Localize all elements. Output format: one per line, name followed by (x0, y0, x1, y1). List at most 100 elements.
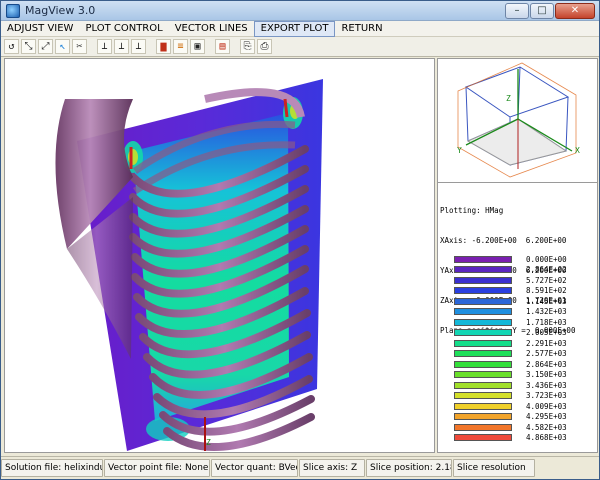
menu-bar: ADJUST VIEW PLOT CONTROL VECTOR LINES EX… (1, 20, 599, 37)
axis-x-icon[interactable]: ⊥ (97, 39, 112, 54)
maximize-button[interactable]: □ (530, 3, 554, 19)
orientation-cube-drawing: Z Y X (457, 62, 580, 178)
axis-y-icon[interactable]: ⊥ (114, 39, 129, 54)
menu-export-plot[interactable]: EXPORT PLOT (253, 20, 336, 37)
helix-field-plot: Z (55, 79, 323, 451)
zoom-in-icon[interactable]: ⤡ (21, 39, 36, 54)
copy-icon[interactable]: ⎘ (240, 39, 255, 54)
status-solution-file: Solution file: helixinduct (1, 459, 103, 477)
legend-row: 1.432E+03 (454, 307, 567, 318)
legend-swatch (454, 339, 512, 347)
legend-row: 5.727E+02 (454, 275, 567, 286)
close-button[interactable]: ✕ (555, 3, 595, 19)
info-plotting: Plotting: HMag (440, 206, 504, 215)
legend-swatch (454, 287, 512, 295)
cut-icon[interactable]: ✂ (72, 39, 87, 54)
legend-row: 4.868E+03 (454, 433, 567, 444)
minimize-button[interactable]: – (505, 3, 529, 19)
axis-x-label: X (575, 146, 580, 155)
status-bar: Solution file: helixinduct Vector point … (1, 456, 599, 479)
legend-value: 2.864E+02 (526, 265, 567, 275)
legend-value: 4.868E+03 (526, 433, 567, 443)
legend-row: 4.009E+03 (454, 401, 567, 412)
window-title: MagView 3.0 (25, 4, 96, 17)
legend-value: 8.591E+02 (526, 286, 567, 296)
legend-row: 1.718E+03 (454, 317, 567, 328)
legend-swatch (454, 297, 512, 305)
axis-y-label: Y (457, 146, 462, 155)
legend-row: 4.582E+03 (454, 422, 567, 433)
legend-value: 2.577E+03 (526, 349, 567, 359)
color-bands-icon[interactable]: ≡ (173, 39, 188, 54)
axis-z-label: Z (506, 94, 511, 103)
legend-swatch (454, 276, 512, 284)
legend-value: 4.009E+03 (526, 401, 567, 411)
side-panel: Z Y X Plotting: HMag XAxis: -6.200E+00 6… (437, 58, 598, 453)
legend-swatch (454, 318, 512, 326)
legend-swatch (454, 381, 512, 389)
menu-return[interactable]: RETURN (335, 22, 388, 36)
legend-row: 3.723E+03 (454, 391, 567, 402)
app-icon[interactable] (6, 4, 20, 18)
legend-swatch (454, 423, 512, 431)
orientation-cube[interactable]: Z Y X (438, 59, 597, 183)
status-slice-axis: Slice axis: Z (299, 459, 365, 477)
legend-value: 2.864E+03 (526, 359, 567, 369)
legend-row: 8.591E+02 (454, 286, 567, 297)
legend-value: 3.436E+03 (526, 380, 567, 390)
status-slice-position: Slice position: 2.18 (366, 459, 452, 477)
legend-swatch (454, 371, 512, 379)
info-xaxis: XAxis: -6.200E+00 6.200E+00 (440, 236, 567, 245)
rotate-icon[interactable]: ↖ (55, 39, 70, 54)
slice-icon[interactable]: ▤ (215, 39, 230, 54)
legend-swatch (454, 434, 512, 442)
title-bar[interactable]: MagView 3.0 – □ ✕ (1, 1, 599, 21)
legend-value: 0.000E+00 (526, 254, 567, 264)
axis-z-icon[interactable]: ⊥ (131, 39, 146, 54)
legend-value: 2.291E+03 (526, 338, 567, 348)
legend-value: 3.150E+03 (526, 370, 567, 380)
zoom-out-icon[interactable]: ⤢ (38, 39, 53, 54)
legend-value: 4.295E+03 (526, 412, 567, 422)
legend-swatch (454, 350, 512, 358)
legend-value: 1.432E+03 (526, 307, 567, 317)
legend-swatch (454, 255, 512, 263)
legend-row: 3.150E+03 (454, 370, 567, 381)
legend-swatch (454, 308, 512, 316)
redraw-icon[interactable]: ↺ (4, 39, 19, 54)
plot-viewport[interactable]: Z (4, 58, 435, 453)
legend-row: 2.864E+03 (454, 359, 567, 370)
legend-row: 4.295E+03 (454, 412, 567, 423)
legend-row: 1.145E+03 (454, 296, 567, 307)
legend-row: 2.005E+03 (454, 328, 567, 339)
legend-swatch (454, 329, 512, 337)
legend-value: 5.727E+02 (526, 275, 567, 285)
color-legend: 0.000E+00 2.864E+02 5.727E+02 8.591E+02 1.14… (454, 254, 567, 443)
legend-value: 1.145E+03 (526, 296, 567, 306)
menu-plot-control[interactable]: PLOT CONTROL (79, 22, 168, 36)
legend-row: 2.291E+03 (454, 338, 567, 349)
status-slice-resolution: Slice resolution (453, 459, 535, 477)
legend-value: 4.582E+03 (526, 422, 567, 432)
legend-value: 3.723E+03 (526, 391, 567, 401)
legend-row: 0.000E+00 (454, 254, 567, 265)
legend-swatch (454, 392, 512, 400)
legend-row: 2.577E+03 (454, 349, 567, 360)
legend-swatch (454, 266, 512, 274)
legend-swatch (454, 360, 512, 368)
legend-swatch (454, 413, 512, 421)
menu-adjust-view[interactable]: ADJUST VIEW (1, 22, 79, 36)
legend-value: 1.718E+03 (526, 317, 567, 327)
menu-vector-lines[interactable]: VECTOR LINES (169, 22, 254, 36)
status-vector-quant: Vector quant: BVec (211, 459, 298, 477)
legend-value: 2.005E+03 (526, 328, 567, 338)
color-fill-icon[interactable]: ▆ (156, 39, 171, 54)
app-window: MagView 3.0 – □ ✕ ADJUST VIEW PLOT CONTR… (0, 0, 600, 480)
plot-axis-label: Z (206, 438, 211, 447)
status-vector-point-file: Vector point file: None (104, 459, 210, 477)
legend-row: 2.864E+02 (454, 265, 567, 276)
toolbar: ↺ ⤡ ⤢ ↖ ✂ ⊥ ⊥ ⊥ ▆ ≡ ▣ ▤ ⎘ ⎙ (1, 37, 599, 57)
legend-swatch (454, 402, 512, 410)
mesh-icon[interactable]: ▣ (190, 39, 205, 54)
print-icon[interactable]: ⎙ (257, 39, 272, 54)
